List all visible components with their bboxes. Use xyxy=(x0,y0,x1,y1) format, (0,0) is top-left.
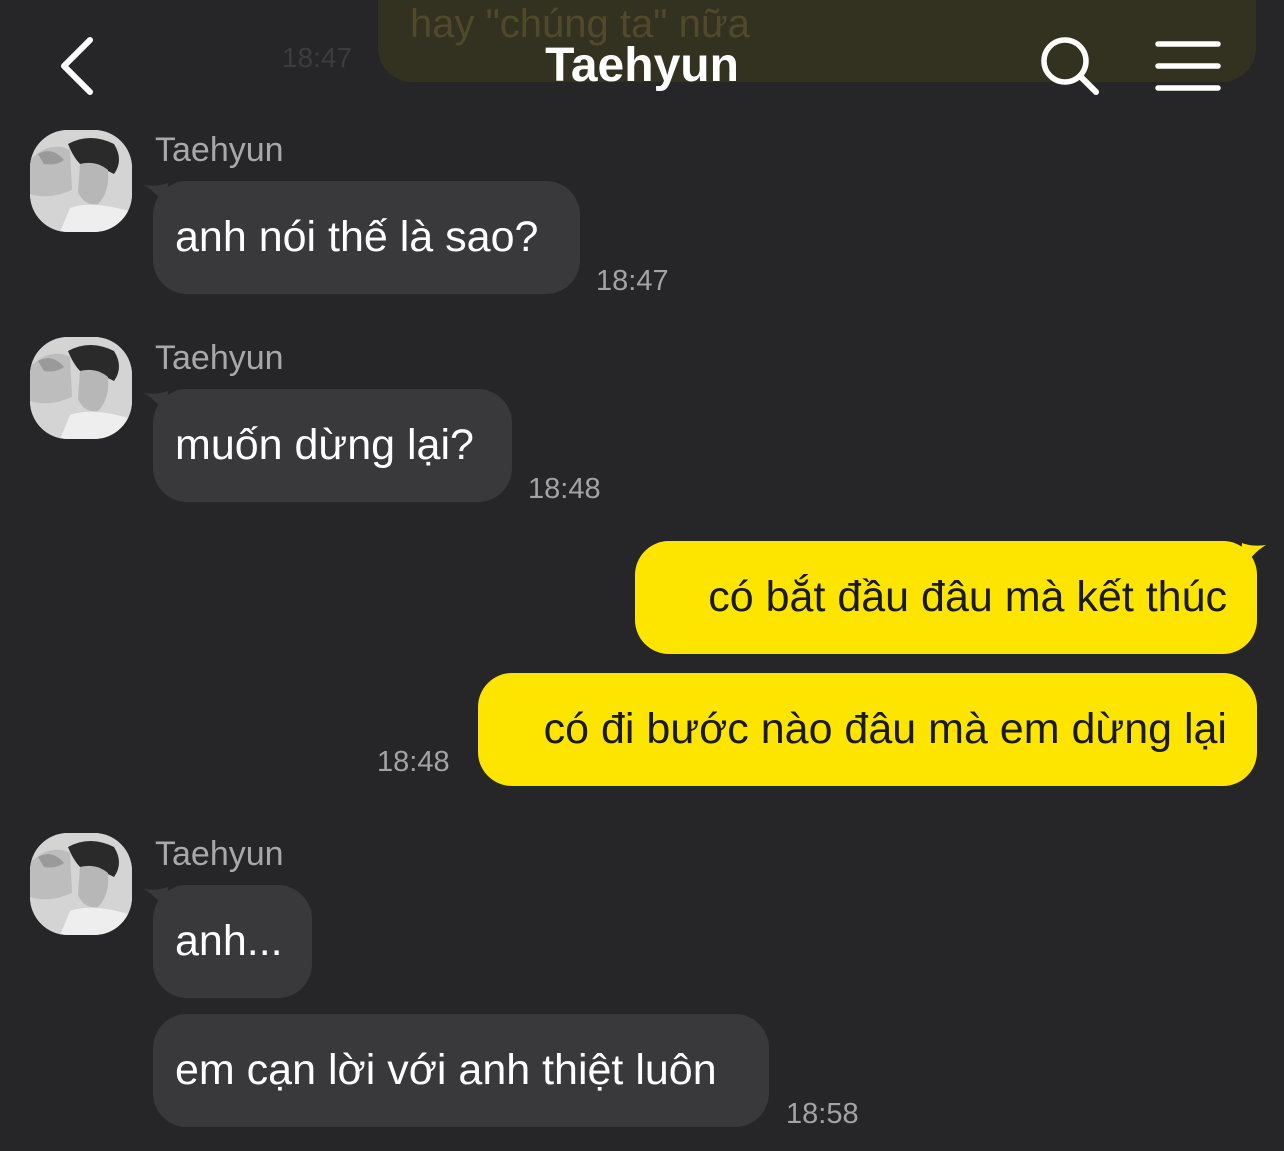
message-bubble[interactable]: muốn dừng lại? xyxy=(153,389,512,502)
previous-message-time: 18:47 xyxy=(282,42,353,73)
message-time: 18:47 xyxy=(596,265,669,297)
chat-header: hay "chúng ta" nữa 18:47 Taehyun xyxy=(0,0,1284,120)
profile-photo xyxy=(30,337,132,439)
search-icon xyxy=(1041,37,1099,95)
chat-title: Taehyun xyxy=(545,39,739,92)
profile-photo xyxy=(30,130,132,232)
message-bubble[interactable]: có đi bước nào đâu mà em dừng lại xyxy=(478,673,1257,786)
message-time: 18:48 xyxy=(528,473,601,505)
avatar[interactable] xyxy=(30,337,132,439)
message-bubble[interactable]: có bắt đầu đâu mà kết thúc xyxy=(635,541,1257,654)
message-bubble[interactable]: anh nói thế là sao? xyxy=(153,181,580,294)
sender-name: Taehyun xyxy=(155,339,284,377)
message-time: 18:58 xyxy=(786,1098,859,1130)
message-bubble[interactable]: anh... xyxy=(153,885,312,998)
search-button[interactable] xyxy=(1034,30,1106,102)
message-bubble[interactable]: em cạn lời với anh thiệt luôn xyxy=(153,1014,769,1127)
avatar[interactable] xyxy=(30,833,132,935)
message-time: 18:48 xyxy=(377,746,450,778)
back-button[interactable] xyxy=(48,30,108,102)
avatar[interactable] xyxy=(30,130,132,232)
sender-name: Taehyun xyxy=(155,835,284,873)
sender-name: Taehyun xyxy=(155,131,284,169)
profile-photo xyxy=(30,833,132,935)
chevron-left-icon xyxy=(61,37,93,95)
chat-screen: hay "chúng ta" nữa 18:47 Taehyun Taehyun… xyxy=(0,0,1284,1151)
menu-button[interactable] xyxy=(1150,34,1226,98)
hamburger-menu-icon xyxy=(1155,41,1221,91)
